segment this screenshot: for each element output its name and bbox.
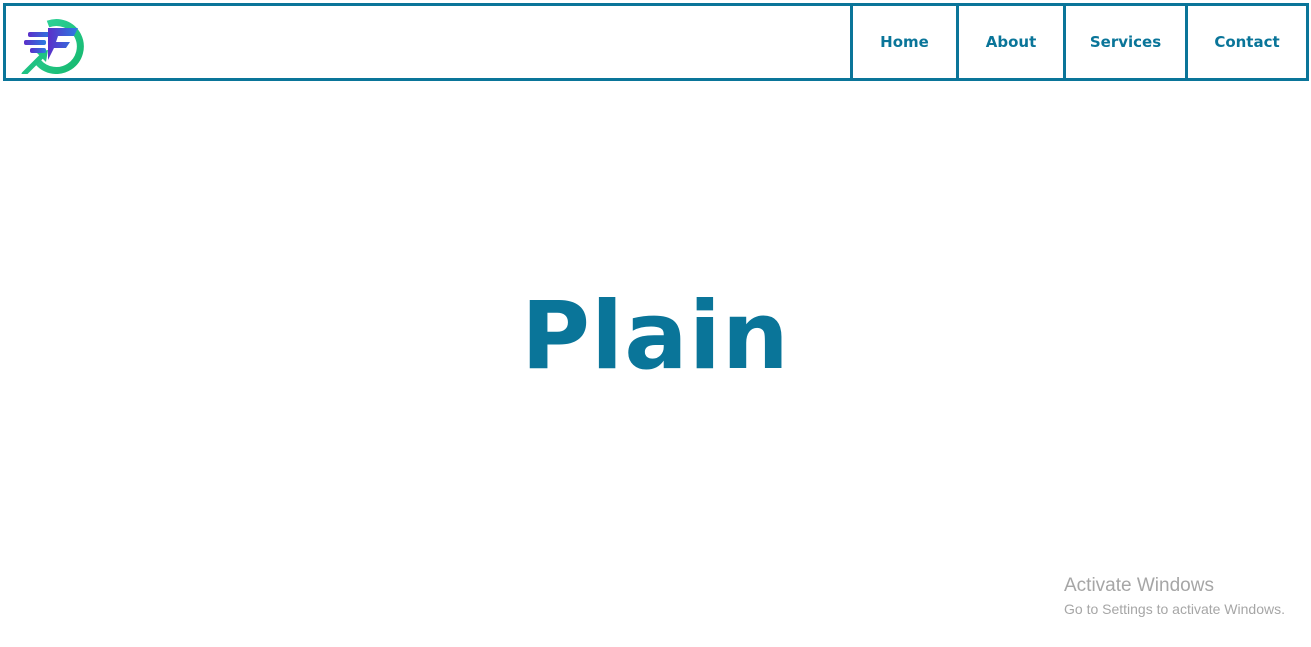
nav-contact[interactable]: Contact [1185, 6, 1306, 78]
nav-services[interactable]: Services [1063, 6, 1185, 78]
nav-menu: Home About Services Contact [850, 6, 1306, 78]
nav-about[interactable]: About [956, 6, 1063, 78]
navbar-spacer [86, 6, 850, 78]
windows-activation-watermark: Activate Windows Go to Settings to activ… [1064, 575, 1285, 619]
navbar: Home About Services Contact [3, 3, 1309, 81]
hero-title: Plain [521, 282, 790, 391]
watermark-subtitle: Go to Settings to activate Windows. [1064, 601, 1285, 617]
watermark-title: Activate Windows [1064, 575, 1214, 596]
site-logo[interactable] [6, 6, 86, 78]
page: Home About Services Contact Plain Activa… [0, 0, 1311, 647]
speed-arrow-logo-icon [21, 19, 84, 74]
nav-home[interactable]: Home [850, 6, 956, 78]
